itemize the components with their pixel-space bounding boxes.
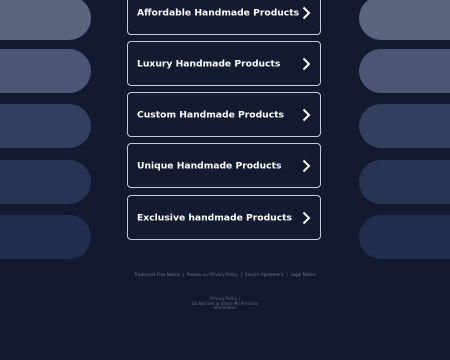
- footer-separator: |: [182, 272, 184, 277]
- footer-link-privacy[interactable]: Review our Privacy Policy: [187, 272, 238, 277]
- decorative-pill-left-3: [0, 104, 91, 148]
- do-not-sell-link-line2[interactable]: Information: [0, 306, 450, 311]
- decorative-pill-right-3: [359, 104, 450, 148]
- parked-domain-page: Affordable Handmade Products Luxury Hand…: [0, 0, 450, 360]
- decorative-pill-right-1: [359, 0, 450, 40]
- footer-links: Trademark Free Notice | Review our Privacy…: [0, 272, 450, 277]
- footer-separator: |: [286, 272, 288, 277]
- footer-link-legal-notice[interactable]: Legal Notice: [291, 272, 316, 277]
- chevron-right-icon: [302, 159, 311, 172]
- related-link-label: Unique Handmade Products: [137, 160, 282, 171]
- decorative-pill-left-1: [0, 0, 91, 40]
- chevron-right-icon: [302, 57, 311, 70]
- decorative-pill-left-4: [0, 160, 91, 204]
- related-link-affordable-handmade[interactable]: Affordable Handmade Products: [127, 0, 321, 35]
- related-link-label: Affordable Handmade Products: [137, 7, 300, 18]
- related-link-exclusive-handmade[interactable]: Exclusive handmade Products: [127, 195, 321, 240]
- decorative-pill-right-2: [359, 49, 450, 93]
- footer-separator: |: [240, 272, 243, 277]
- decorative-pill-left-2: [0, 49, 91, 93]
- related-link-luxury-handmade[interactable]: Luxury Handmade Products: [127, 41, 321, 86]
- decorative-pill-right-5: [359, 215, 450, 259]
- chevron-right-icon: [302, 6, 311, 19]
- decorative-pill-right-4: [359, 160, 450, 204]
- privacy-block: Privacy Policy | Do Not Sell or Share My…: [0, 296, 450, 311]
- footer-link-service-agreement[interactable]: Service Agreement: [245, 272, 283, 277]
- related-link-label: Custom Handmade Products: [137, 109, 285, 120]
- chevron-right-icon: [302, 108, 311, 121]
- decorative-pill-left-5: [0, 215, 91, 259]
- chevron-right-icon: [302, 211, 311, 224]
- related-link-label: Exclusive handmade Products: [137, 212, 293, 223]
- footer-link-trademark[interactable]: Trademark Free Notice: [135, 272, 180, 277]
- related-link-custom-handmade[interactable]: Custom Handmade Products: [127, 92, 321, 137]
- related-link-unique-handmade[interactable]: Unique Handmade Products: [127, 143, 321, 188]
- related-link-label: Luxury Handmade Products: [137, 58, 281, 69]
